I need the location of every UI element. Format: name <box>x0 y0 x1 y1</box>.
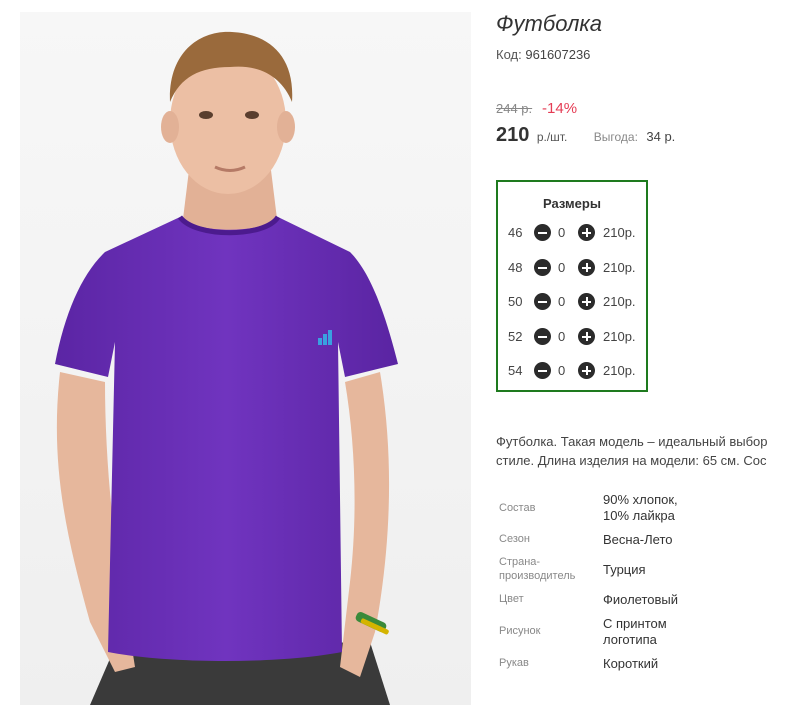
size-label: 46 <box>508 225 523 240</box>
minus-icon[interactable] <box>534 259 551 276</box>
attribute-key: Страна- <box>499 556 541 568</box>
product-page: Футболка Код: 961607236 244 р. -14% 210 … <box>0 0 790 705</box>
size-row: 52 0 210р. <box>508 327 643 347</box>
attribute-value: С принтом <box>603 616 667 631</box>
description-line: стиле. Длина изделия на модели: 65 см. С… <box>496 453 767 468</box>
size-price: 210р. <box>603 260 636 275</box>
attribute-value: логотипа <box>603 632 657 647</box>
savings-label: Выгода: <box>593 130 638 144</box>
attribute-value: 90% хлопок, <box>603 492 678 507</box>
discount-badge: -14% <box>542 100 578 117</box>
minus-icon[interactable] <box>534 328 551 345</box>
description-line: Футболка. Такая модель – идеальный выбор <box>496 434 768 449</box>
product-code-value: 961607236 <box>525 47 591 62</box>
size-price: 210р. <box>603 225 636 240</box>
product-info: Футболка Код: 961607236 244 р. -14% 210 … <box>496 0 790 705</box>
product-photo[interactable] <box>20 12 471 705</box>
size-row: 48 0 210р. <box>508 258 643 278</box>
size-row: 54 0 210р. <box>508 361 643 381</box>
size-label: 48 <box>508 260 523 275</box>
sizes-panel: Размеры 46 0 210р. 48 0 210р. 50 0 210р.… <box>496 180 648 392</box>
minus-icon[interactable] <box>534 224 551 241</box>
product-code: Код: 961607236 <box>496 47 590 62</box>
size-quantity: 0 <box>558 260 566 275</box>
attribute-key: Рукав <box>499 657 529 669</box>
minus-icon[interactable] <box>534 362 551 379</box>
size-label: 50 <box>508 294 523 309</box>
size-price: 210р. <box>603 329 636 344</box>
attribute-value: Фиолетовый <box>603 592 679 607</box>
attribute-key: Рисунок <box>499 625 541 637</box>
attribute-key: производитель <box>499 570 576 582</box>
size-row: 46 0 210р. <box>508 223 643 243</box>
size-label: 54 <box>508 363 523 378</box>
plus-icon[interactable] <box>578 293 595 310</box>
attribute-value: Короткий <box>603 656 659 671</box>
product-code-label: Код: <box>496 47 522 62</box>
old-price-row: 244 р. -14% <box>496 100 577 117</box>
attribute-value: 10% лайкра <box>603 508 675 523</box>
plus-icon[interactable] <box>578 362 595 379</box>
size-price: 210р. <box>603 363 636 378</box>
size-quantity: 0 <box>558 363 566 378</box>
price-unit: р./шт. <box>536 130 568 144</box>
sizes-title: Размеры <box>543 196 601 211</box>
product-description: Футболка. Такая модель – идеальный выбор… <box>496 432 790 470</box>
size-quantity: 0 <box>558 294 566 309</box>
savings-value: 34 р. <box>646 129 676 144</box>
attribute-value: Весна-Лето <box>603 532 673 547</box>
model-tshirt-image <box>20 12 471 705</box>
price-row: 210 р./шт. Выгода: 34 р. <box>496 124 675 147</box>
plus-icon[interactable] <box>578 328 595 345</box>
product-title: Футболка <box>496 11 602 36</box>
size-label: 52 <box>508 329 523 344</box>
size-price: 210р. <box>603 294 636 309</box>
plus-icon[interactable] <box>578 259 595 276</box>
attribute-key: Сезон <box>499 533 530 545</box>
size-row: 50 0 210р. <box>508 292 643 312</box>
size-quantity: 0 <box>558 225 566 240</box>
old-price: 244 р. <box>496 101 533 116</box>
attribute-value: Турция <box>603 562 646 577</box>
attribute-key: Состав <box>499 502 536 514</box>
attribute-key: Цвет <box>499 593 524 605</box>
current-price: 210 <box>496 124 530 146</box>
plus-icon[interactable] <box>578 224 595 241</box>
size-quantity: 0 <box>558 329 566 344</box>
minus-icon[interactable] <box>534 293 551 310</box>
